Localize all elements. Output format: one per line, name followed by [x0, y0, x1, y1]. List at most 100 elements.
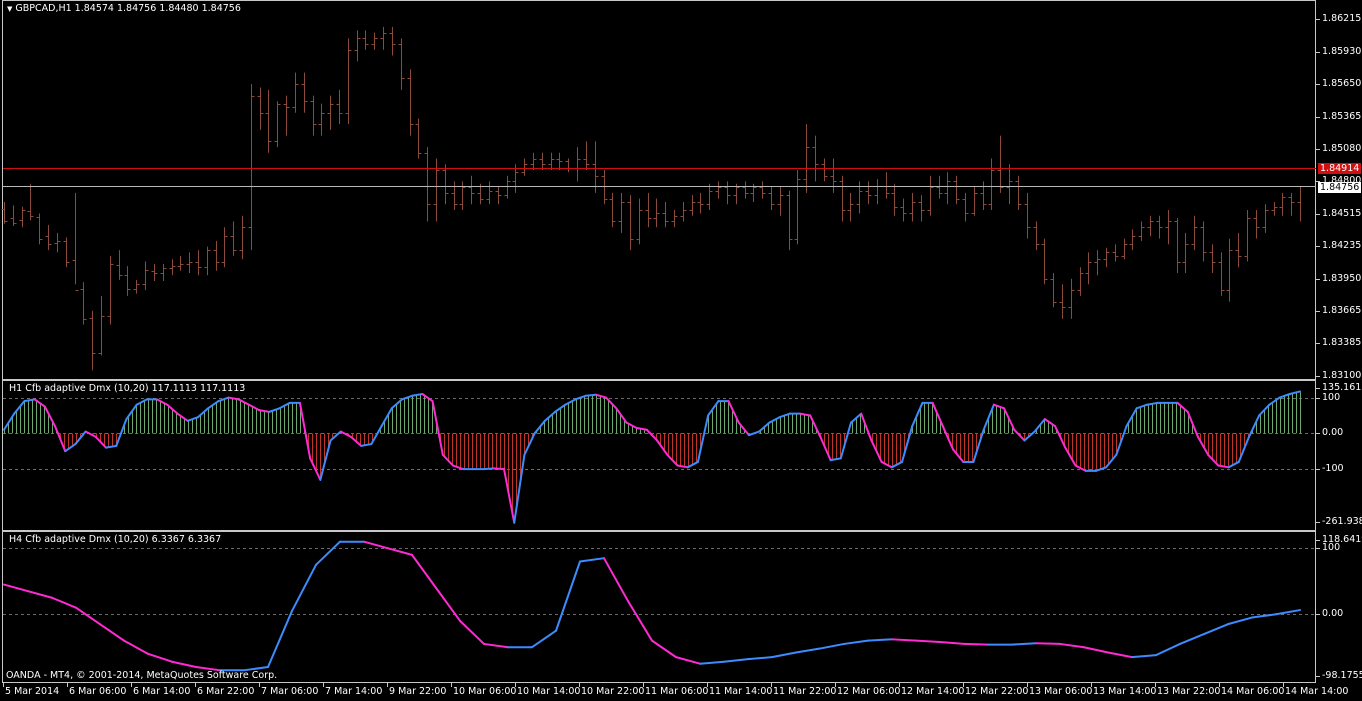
- h4-line-segment: [291, 563, 317, 612]
- time-label: 10 Mar 14:00: [517, 686, 581, 697]
- scale-tick: [1316, 84, 1320, 85]
- h1-line-segment: [156, 398, 169, 406]
- time-tick: [259, 683, 260, 687]
- h1-line-segment: [492, 467, 506, 471]
- scale-tick: [1316, 388, 1320, 389]
- scale-tick: [1316, 149, 1320, 150]
- h1-line-segment: [1196, 435, 1210, 456]
- time-tick: [67, 683, 68, 687]
- time-label: 10 Mar 22:00: [581, 686, 645, 697]
- time-label: 9 Mar 22:00: [389, 686, 447, 697]
- h1-line-segment: [952, 448, 965, 463]
- h4-line-segment: [723, 658, 749, 663]
- h1-line-segment: [319, 439, 332, 481]
- h4-line-segment: [843, 639, 869, 645]
- scale-label: 1.85650: [1322, 78, 1362, 89]
- h1-line-segment: [247, 403, 261, 412]
- scale-tick: [1316, 676, 1320, 677]
- h1-line-segment: [43, 405, 57, 428]
- h4-line-segment: [1131, 654, 1157, 659]
- h1-line-segment: [1227, 460, 1240, 469]
- h4-line-segment: [267, 609, 293, 669]
- h1-line-segment: [768, 416, 781, 424]
- time-label: 12 Mar 14:00: [901, 686, 965, 697]
- h4-line-segment: [819, 642, 845, 650]
- h1-line-segment: [523, 432, 536, 456]
- h4-line-segment: [483, 642, 509, 649]
- time-tick: [1155, 683, 1156, 687]
- h4-line-segment: [459, 619, 485, 645]
- scale-tick: [1316, 214, 1320, 215]
- scale-tick: [1316, 522, 1320, 523]
- h1-line-segment: [1003, 407, 1016, 431]
- h1-line-segment: [727, 400, 740, 424]
- h1-line-segment: [84, 430, 97, 438]
- time-label: 12 Mar 06:00: [837, 686, 901, 697]
- time-label: 11 Mar 14:00: [709, 686, 773, 697]
- h1-line-segment: [513, 453, 526, 524]
- h4-line-segment: [531, 629, 557, 649]
- h1-line-segment: [645, 428, 659, 442]
- scale-label: 0.00: [1322, 427, 1344, 438]
- h1-line-segment: [1125, 407, 1138, 428]
- time-label: 13 Mar 14:00: [1093, 686, 1157, 697]
- h1-line-segment: [482, 467, 495, 471]
- h1-line-segment: [1135, 403, 1148, 410]
- scale-label: 100: [1322, 392, 1341, 403]
- scale-tick: [1316, 279, 1320, 280]
- scale-tick: [1316, 469, 1320, 470]
- h1-line-segment: [533, 419, 546, 435]
- h4-line-segment: [675, 656, 701, 665]
- h4-line-segment: [123, 639, 149, 655]
- h4-line-segment: [99, 623, 125, 642]
- scale-tick: [1316, 117, 1320, 118]
- time-tick: [707, 683, 708, 687]
- h4-line-segment: [579, 557, 605, 563]
- scale-label: 1.83665: [1322, 305, 1362, 316]
- scale-label: 1.85365: [1322, 111, 1362, 122]
- h4-line-segment: [939, 640, 965, 645]
- h4-line-segment: [1035, 642, 1061, 645]
- time-label: 5 Mar 2014: [5, 686, 60, 697]
- scale-label: -98.1755: [1322, 670, 1362, 681]
- scale-tick: [1316, 398, 1320, 399]
- h4-line-segment: [75, 606, 101, 626]
- h1-line-segment: [298, 401, 312, 460]
- h4-line-segment: [915, 639, 941, 643]
- h1-line-segment: [135, 398, 148, 406]
- h4-line-segment: [963, 642, 989, 646]
- time-tick: [1283, 683, 1284, 687]
- h1-line-segment: [452, 464, 465, 471]
- h1-line-segment: [676, 464, 689, 469]
- h1-line-segment: [1033, 418, 1046, 433]
- h1-line-segment: [1013, 428, 1026, 442]
- time-label: 6 Mar 14:00: [133, 686, 191, 697]
- h1-line-segment: [196, 407, 210, 419]
- h4-line-segment: [771, 651, 797, 659]
- time-tick: [1091, 683, 1092, 687]
- h4-line-segment: [315, 540, 341, 566]
- h4-line-segment: [1059, 642, 1085, 649]
- time-tick: [899, 683, 900, 687]
- time-label: 14 Mar 14:00: [1285, 686, 1349, 697]
- time-label: 13 Mar 22:00: [1157, 686, 1221, 697]
- h1-line-segment: [594, 393, 608, 399]
- h4-line-segment: [891, 638, 917, 642]
- h1-line-segment: [605, 396, 618, 410]
- scale-label: 1.84515: [1322, 208, 1362, 219]
- h1-line-segment: [23, 398, 36, 403]
- h1-line-segment: [360, 443, 373, 447]
- h4-line-segment: [435, 586, 461, 622]
- h1-line-segment: [421, 392, 434, 403]
- time-label: 14 Mar 06:00: [1221, 686, 1285, 697]
- h1-line-segment: [696, 414, 710, 463]
- time-tick: [579, 683, 580, 687]
- bid-price-badge: 1.84756: [1318, 181, 1362, 193]
- h1-line-segment: [1105, 453, 1118, 469]
- time-label: 6 Mar 06:00: [69, 686, 127, 697]
- h1-line-segment: [105, 444, 118, 449]
- h1-line-segment: [1115, 425, 1128, 456]
- h4-line-segment: [1011, 642, 1037, 646]
- time-label: 6 Mar 22:00: [197, 686, 255, 697]
- h1-line-segment: [1288, 390, 1301, 395]
